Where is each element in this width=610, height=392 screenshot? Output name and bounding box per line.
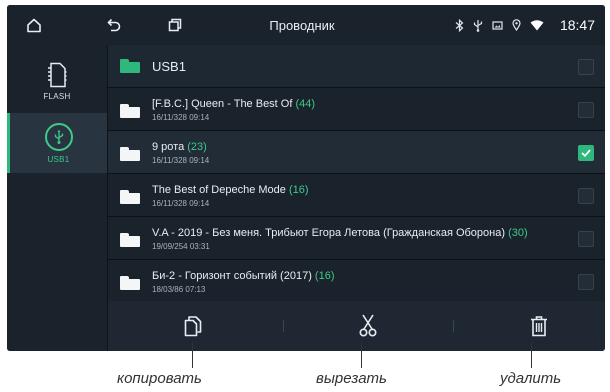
home-icon[interactable] xyxy=(21,5,47,45)
usb-drive-icon xyxy=(44,122,73,151)
callout-line-copy xyxy=(192,342,193,368)
list-item[interactable]: [F.B.C.] Queen - The Best Of (44) 16/11/… xyxy=(108,88,605,131)
callout-line-delete xyxy=(531,342,532,368)
drive-label-flash: FLASH xyxy=(43,91,71,101)
item-name: V.A - 2019 - Без меня. Трибьют Егора Лет… xyxy=(152,227,506,239)
wifi-icon xyxy=(530,19,544,30)
delete-button[interactable] xyxy=(494,301,584,351)
sidebar-item-usb1[interactable]: USB1 xyxy=(7,113,107,173)
item-count: (44) xyxy=(295,98,316,110)
recent-apps-icon[interactable] xyxy=(162,5,188,45)
app-title: Проводник xyxy=(269,17,335,33)
callout-delete: удалить xyxy=(500,370,562,387)
clock: 18:47 xyxy=(559,17,595,33)
status-bar: Проводник 18:47 xyxy=(7,5,605,45)
item-name: The Best of Depeche Mode xyxy=(152,184,286,196)
item-name: [F.B.C.] Queen - The Best Of xyxy=(152,98,293,110)
item-name: 9 рота xyxy=(152,141,185,153)
copy-button[interactable] xyxy=(148,301,238,351)
callout-line-cut xyxy=(361,342,362,368)
sd-card-icon xyxy=(48,62,67,87)
item-count: (16) xyxy=(288,184,309,196)
item-date: 19/09/254 03:31 xyxy=(152,242,210,251)
item-date: 16/11/328 09:14 xyxy=(152,113,210,122)
drive-label-usb1: USB1 xyxy=(47,154,70,164)
toolbar-divider xyxy=(283,320,284,332)
folder-icon xyxy=(120,276,140,290)
item-checkbox[interactable] xyxy=(578,274,594,290)
item-count: (16) xyxy=(314,270,335,282)
copy-icon xyxy=(184,316,202,337)
select-all-checkbox[interactable] xyxy=(578,59,594,75)
cut-button[interactable] xyxy=(323,301,413,351)
usb-icon xyxy=(473,19,483,32)
item-checkbox[interactable] xyxy=(578,145,594,161)
item-checkbox[interactable] xyxy=(578,188,594,204)
folder-icon xyxy=(120,233,140,247)
current-folder-row[interactable]: USB1 xyxy=(108,45,605,88)
trash-icon xyxy=(531,316,547,337)
list-item[interactable]: The Best of Depeche Mode (16) 16/11/328 … xyxy=(108,174,605,217)
item-checkbox[interactable] xyxy=(578,102,594,118)
item-checkbox[interactable] xyxy=(578,231,594,247)
file-list: USB1 [F.B.C.] Queen - The Best Of (44) 1… xyxy=(108,45,605,302)
folder-icon xyxy=(120,147,140,161)
callout-copy: копировать xyxy=(117,370,202,387)
status-icons xyxy=(455,5,544,45)
back-icon[interactable] xyxy=(101,5,127,45)
checkmark-icon xyxy=(581,149,591,157)
device-screen: Проводник 18:47 FLASH USB1 USB1 [F.B.C.]… xyxy=(7,5,605,351)
list-item[interactable]: Би-2 - Горизонт событий (2017) (16) 18/0… xyxy=(108,260,605,302)
callout-cut: вырезать xyxy=(316,370,387,387)
toolbar-divider xyxy=(453,320,454,332)
drive-sidebar: FLASH USB1 xyxy=(7,45,108,351)
image-icon xyxy=(492,20,503,30)
item-date: 16/11/328 09:14 xyxy=(152,156,210,165)
sidebar-item-flash[interactable]: FLASH xyxy=(7,51,107,111)
folder-icon xyxy=(120,104,140,118)
folder-icon xyxy=(120,59,140,73)
scissors-icon xyxy=(359,314,377,337)
list-item[interactable]: V.A - 2019 - Без меня. Трибьют Егора Лет… xyxy=(108,217,605,260)
folder-icon xyxy=(120,190,140,204)
item-count: (23) xyxy=(187,141,207,153)
item-name: Би-2 - Горизонт событий (2017) xyxy=(152,270,312,282)
location-icon xyxy=(512,19,521,31)
item-count: (30) xyxy=(508,227,528,239)
list-item[interactable]: 9 рота (23) 16/11/328 09:14 xyxy=(108,131,605,174)
bluetooth-icon xyxy=(455,18,464,32)
item-date: 16/11/328 09:14 xyxy=(152,199,210,208)
item-date: 18/03/86 07:13 xyxy=(152,285,206,294)
current-folder-name: USB1 xyxy=(152,59,186,74)
